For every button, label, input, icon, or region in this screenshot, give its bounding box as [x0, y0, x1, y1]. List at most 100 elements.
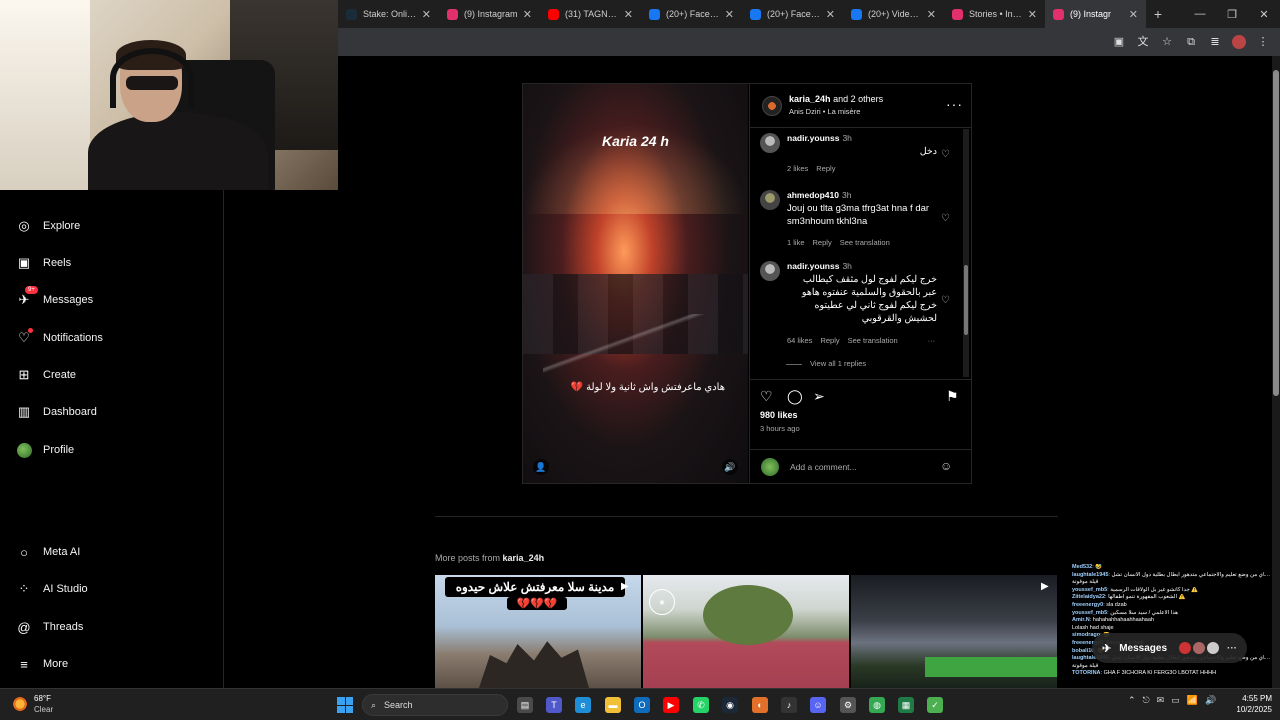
extensions-icon[interactable]: ⧉: [1184, 35, 1198, 49]
show-hidden-icons-icon[interactable]: ⌃: [1128, 695, 1136, 706]
nav-item-threads[interactable]: @ Threads: [16, 619, 83, 635]
browser-tab[interactable]: Stake: Online C ✕: [338, 0, 439, 28]
comment-username[interactable]: nadir.younss: [787, 133, 839, 143]
share-send-icon[interactable]: ➢: [813, 388, 825, 405]
restore-icon[interactable]: ❐: [1216, 8, 1248, 21]
tab-close-icon[interactable]: ✕: [725, 8, 734, 21]
comment-username[interactable]: ahmedop410: [787, 190, 839, 200]
author-username[interactable]: karia_24h: [789, 94, 831, 104]
display-icon[interactable]: ▭: [1171, 695, 1180, 706]
post-thumbnail[interactable]: ▶: [851, 575, 1057, 688]
comments-scrollbar[interactable]: [963, 129, 969, 377]
reply-link[interactable]: Reply: [820, 336, 839, 345]
browser-tab[interactable]: (20+) Faceboo ✕: [742, 0, 843, 28]
nav-item-ai-studio[interactable]: ⁘ AI Studio: [16, 581, 88, 597]
likes-count[interactable]: 980 likes: [760, 410, 798, 420]
nav-item-explore[interactable]: ◎ Explore: [16, 218, 80, 234]
reply-link[interactable]: Reply: [816, 164, 835, 173]
comment-like-heart-icon[interactable]: ♡: [941, 149, 950, 160]
nav-item-messages[interactable]: ✈ 9+ Messages: [16, 286, 93, 308]
comment-username[interactable]: nadir.younss: [787, 261, 839, 271]
vpn-icon[interactable]: ⎋: [1143, 695, 1150, 706]
nav-item-profile[interactable]: Profile: [16, 442, 74, 458]
see-translation-link[interactable]: See translation: [848, 336, 898, 345]
app-green-icon[interactable]: ✓: [927, 697, 943, 713]
commenter-avatar[interactable]: [760, 190, 780, 210]
tab-close-icon[interactable]: ✕: [927, 8, 936, 21]
view-replies-link[interactable]: View all 1 replies: [786, 359, 866, 368]
more-posts-user-link[interactable]: karia_24h: [503, 553, 545, 563]
discord-icon[interactable]: ☺: [810, 697, 826, 713]
wifi-icon[interactable]: 📶: [1187, 695, 1198, 706]
tab-close-icon[interactable]: ✕: [826, 8, 835, 21]
steam-icon[interactable]: ◉: [722, 697, 738, 713]
more-options-icon[interactable]: ···: [946, 96, 963, 112]
nav-item-dashboard[interactable]: ▥ Dashboard: [16, 404, 97, 420]
taskbar-search[interactable]: ⌕ Search: [362, 694, 508, 716]
tab-close-icon[interactable]: ✕: [1028, 8, 1037, 21]
comment-like-heart-icon[interactable]: ♡: [941, 295, 950, 306]
obs-icon[interactable]: ◐: [752, 697, 768, 713]
browser-tab[interactable]: (20+) Video | F ✕: [843, 0, 944, 28]
nav-item-notifications[interactable]: ♡ Notifications: [16, 328, 103, 346]
close-window-icon[interactable]: ✕: [1248, 8, 1280, 21]
mail-icon[interactable]: ✉: [1157, 695, 1165, 706]
tagged-user-icon[interactable]: 👤: [533, 459, 549, 475]
outlook-icon[interactable]: O: [634, 697, 650, 713]
bookmark-star-icon[interactable]: ☆: [1160, 35, 1174, 49]
system-clock[interactable]: 4:55 PM 10/2/2025: [1216, 693, 1272, 715]
tab-close-icon[interactable]: ✕: [1129, 8, 1138, 21]
windows-start-icon[interactable]: [337, 697, 353, 713]
page-scrollbar[interactable]: [1272, 56, 1280, 688]
commenter-avatar[interactable]: [760, 261, 780, 281]
kebab-menu-icon[interactable]: ⋮: [1256, 35, 1270, 49]
edge-icon[interactable]: e: [575, 697, 591, 713]
comment-likes[interactable]: 2 likes: [787, 164, 808, 173]
like-heart-icon[interactable]: ♡: [760, 388, 773, 405]
comments-scroll-thumb[interactable]: [964, 265, 968, 335]
volume-icon[interactable]: 🔊: [1205, 695, 1216, 706]
nav-item-meta-ai[interactable]: ○ Meta AI: [16, 544, 80, 560]
teams-icon[interactable]: T: [546, 697, 562, 713]
browser-tab[interactable]: (31) TAGNE - L ✕: [540, 0, 641, 28]
settings-icon[interactable]: ⚙: [840, 697, 856, 713]
translate-icon[interactable]: 文: [1136, 35, 1150, 49]
nav-item-create[interactable]: ⊞ Create: [16, 367, 76, 383]
media-control-icon[interactable]: ≣: [1208, 35, 1222, 49]
comment-likes[interactable]: 1 like: [787, 238, 805, 247]
audio-track[interactable]: Anis Dziri • La misère: [789, 107, 860, 116]
comment-likes[interactable]: 64 likes: [787, 336, 812, 345]
browser-tab[interactable]: Stories • Insta ✕: [944, 0, 1045, 28]
audio-app-icon[interactable]: ♪: [781, 697, 797, 713]
reply-link[interactable]: Reply: [813, 238, 832, 247]
browser-tab[interactable]: (9) Instagram ✕: [439, 0, 540, 28]
browser-tab[interactable]: (9) Instagr ✕: [1045, 0, 1146, 28]
nav-item-more[interactable]: ≡ More: [16, 656, 68, 672]
comment-input[interactable]: Add a comment...: [790, 462, 857, 472]
browser-tab[interactable]: (20+) Faceboo ✕: [641, 0, 742, 28]
author-avatar[interactable]: [762, 96, 782, 116]
post-thumbnail[interactable]: ◉: [643, 575, 849, 688]
messages-pill[interactable]: ✈ Messages ···: [1092, 633, 1247, 663]
page-scroll-thumb[interactable]: [1273, 70, 1279, 396]
post-thumbnail[interactable]: مدينة سلا معرفتش علاش حيدوه 💔💔💔 ▶: [435, 575, 641, 688]
more-icon[interactable]: ···: [1227, 643, 1237, 654]
save-bookmark-icon[interactable]: ⚑: [946, 388, 959, 405]
coauthors-link[interactable]: and 2 others: [833, 94, 883, 104]
file-explorer-icon[interactable]: ▬: [605, 697, 621, 713]
nav-item-reels[interactable]: ▣ Reels: [16, 255, 71, 271]
youtube-icon[interactable]: ▶: [663, 697, 679, 713]
chrome-icon[interactable]: ◍: [869, 697, 885, 713]
tab-close-icon[interactable]: ✕: [624, 8, 633, 21]
see-translation-link[interactable]: See translation: [840, 238, 890, 247]
minimize-icon[interactable]: —: [1184, 8, 1216, 21]
profile-avatar[interactable]: [1232, 35, 1246, 49]
task-view-icon[interactable]: ▤: [517, 697, 533, 713]
whatsapp-icon[interactable]: ✆: [693, 697, 709, 713]
weather-widget[interactable]: 68°F Clear: [12, 694, 82, 716]
screen-cast-icon[interactable]: ▣: [1112, 35, 1126, 49]
commenter-avatar[interactable]: [760, 133, 780, 153]
volume-icon[interactable]: 🔊: [722, 459, 738, 475]
comment-bubble-icon[interactable]: ◯: [787, 388, 803, 405]
emoji-icon[interactable]: ☺: [940, 459, 952, 473]
